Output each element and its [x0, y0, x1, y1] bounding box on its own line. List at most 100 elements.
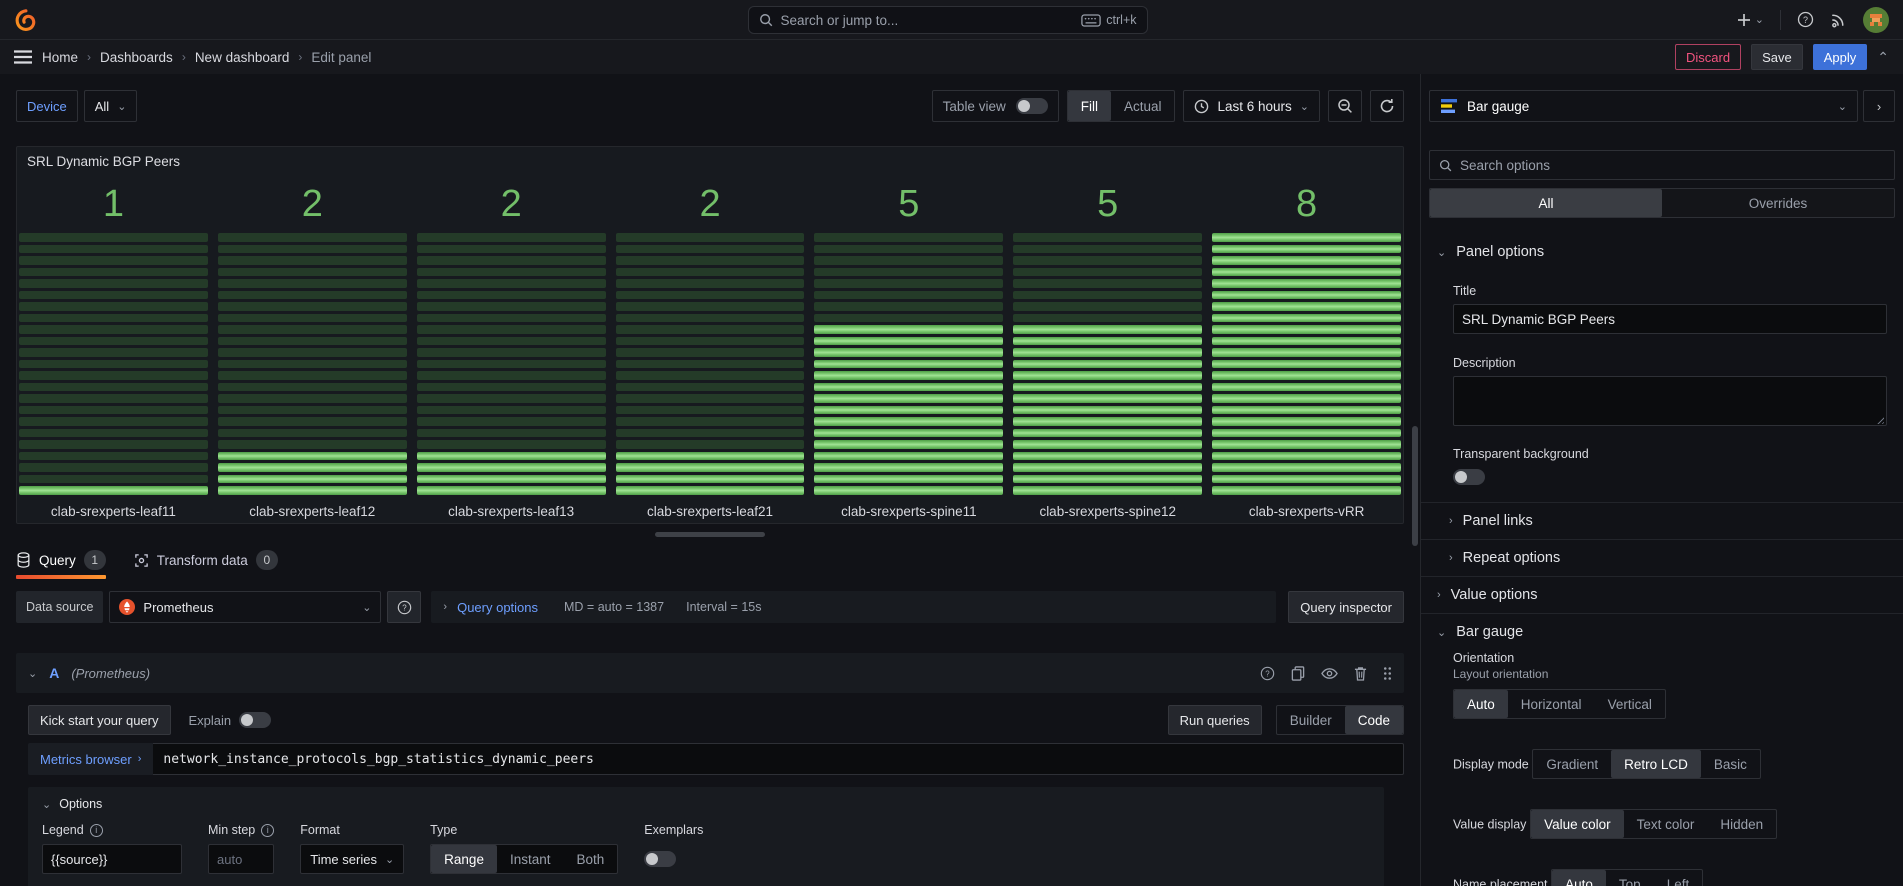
gauge-cell	[1013, 440, 1202, 449]
breadcrumb-new-dashboard[interactable]: New dashboard	[195, 50, 290, 65]
gauge-cell	[616, 406, 805, 415]
gauge-cells	[1212, 233, 1401, 495]
datasource-picker[interactable]: Prometheus ⌄	[109, 591, 381, 623]
promql-expression-input[interactable]	[153, 743, 1404, 775]
variable-value-dropdown[interactable]: All ⌄	[84, 90, 138, 122]
discard-button[interactable]: Discard	[1675, 44, 1741, 70]
gauge-cell	[218, 417, 407, 426]
orientation-radio-group-option[interactable]: Horizontal	[1508, 690, 1595, 718]
query-options-summary[interactable]: › Query options MD = auto = 1387 Interva…	[431, 591, 1276, 623]
value-display-radio-group-option[interactable]: Hidden	[1707, 810, 1776, 838]
gauge-cell	[19, 360, 208, 369]
save-button[interactable]: Save	[1751, 44, 1803, 70]
collapse-pane-button[interactable]: ›	[1863, 90, 1895, 122]
gauge-cell	[1212, 348, 1401, 357]
gauge-cell	[814, 463, 1003, 472]
gauge-cell	[1212, 429, 1401, 438]
table-view-toggle[interactable]	[1016, 98, 1048, 114]
menu-hamburger-icon[interactable]	[14, 50, 32, 64]
search-icon	[759, 13, 773, 27]
display-mode-radio-group-option[interactable]: Retro LCD	[1611, 750, 1701, 778]
orientation-radio-group-option[interactable]: Auto	[1454, 690, 1508, 718]
breadcrumb-home[interactable]: Home	[42, 50, 78, 65]
tab-transform-data[interactable]: Transform data 0	[134, 541, 278, 579]
chevron-down-icon[interactable]: ⌄	[28, 667, 37, 680]
display-mode-radio-group-option[interactable]: Gradient	[1533, 750, 1611, 778]
name-placement-radio-group-option[interactable]: Auto	[1552, 870, 1606, 886]
section-value-options[interactable]: › Value options	[1421, 577, 1903, 613]
gauge-cell	[19, 486, 208, 495]
value-display-radio-group-option[interactable]: Text color	[1624, 810, 1708, 838]
gauge-cell	[814, 337, 1003, 346]
value-display-radio-group-option[interactable]: Value color	[1531, 810, 1624, 838]
name-placement-radio-group-option[interactable]: Top	[1606, 870, 1654, 886]
remove-query-trash-icon[interactable]	[1354, 666, 1367, 681]
kick-start-query-button[interactable]: Kick start your query	[28, 705, 171, 735]
builder-code-group-option[interactable]: Builder	[1277, 706, 1345, 734]
drag-grip-icon[interactable]	[1383, 666, 1392, 681]
section-bar-gauge[interactable]: ⌄ Bar gauge	[1421, 614, 1903, 650]
gauge-cell	[218, 371, 407, 380]
chevron-right-icon: ›	[182, 50, 186, 64]
duplicate-query-icon[interactable]	[1291, 666, 1305, 681]
zoom-out-button[interactable]	[1328, 90, 1362, 122]
gauge-cells	[1013, 233, 1202, 495]
panel-description-textarea[interactable]	[1453, 376, 1887, 426]
legend-input[interactable]	[42, 844, 182, 874]
builder-code-group-option[interactable]: Code	[1345, 706, 1403, 734]
query-type-group-option[interactable]: Range	[431, 845, 497, 873]
transparent-background-toggle[interactable]	[1453, 469, 1485, 485]
section-panel-links[interactable]: › Panel links	[1421, 503, 1903, 539]
section-panel-options[interactable]: ⌄ Panel options	[1421, 234, 1903, 270]
query-type-group-option[interactable]: Both	[564, 845, 618, 873]
panel-preview[interactable]: SRL Dynamic BGP Peers 1clab-srexperts-le…	[16, 146, 1404, 524]
min-step-input[interactable]	[208, 844, 274, 874]
panel-resize-handle[interactable]	[655, 532, 765, 537]
chevron-down-icon: ⌄	[117, 100, 126, 113]
gauge-cell	[1013, 268, 1202, 277]
name-placement-radio-group-option[interactable]: Left	[1654, 870, 1703, 886]
options-section-header[interactable]: ⌄ Options	[42, 797, 1370, 811]
user-avatar[interactable]	[1863, 7, 1889, 33]
fill-actual-group-option[interactable]: Fill	[1068, 91, 1111, 121]
news-rss-button[interactable]	[1830, 11, 1847, 28]
query-help-icon[interactable]: ?	[1260, 666, 1275, 681]
orientation-radio-group-option[interactable]: Vertical	[1595, 690, 1665, 718]
global-search-input[interactable]: Search or jump to... ctrl+k	[748, 6, 1148, 34]
metrics-browser-button[interactable]: Metrics browser ›	[28, 743, 153, 775]
breadcrumb-dashboards[interactable]: Dashboards	[100, 50, 173, 65]
variable-label-device[interactable]: Device	[16, 90, 78, 122]
datasource-row: Data source Prometheus ⌄ ? › Query optio…	[16, 591, 1404, 623]
add-new-button[interactable]: ⌄	[1736, 12, 1764, 28]
scope-tab-overrides[interactable]: Overrides	[1662, 189, 1894, 217]
query-row-header[interactable]: ⌄ A (Prometheus) ?	[16, 653, 1404, 693]
exemplars-toggle[interactable]	[644, 851, 676, 867]
hide-response-eye-icon[interactable]	[1321, 667, 1338, 680]
explain-toggle[interactable]	[239, 712, 271, 728]
section-repeat-options[interactable]: › Repeat options	[1421, 540, 1903, 576]
grafana-logo[interactable]	[14, 8, 36, 32]
fill-actual-group-option[interactable]: Actual	[1111, 91, 1175, 121]
help-button[interactable]: ?	[1797, 11, 1814, 28]
gauge-column: 1clab-srexperts-leaf11	[19, 175, 208, 521]
panel-title-input[interactable]	[1453, 304, 1887, 334]
query-type-group-option[interactable]: Instant	[497, 845, 564, 873]
gauge-cell	[1013, 245, 1202, 254]
tab-query[interactable]: Query 1	[16, 541, 106, 579]
query-inspector-button[interactable]: Query inspector	[1288, 591, 1404, 623]
vertical-scrollbar[interactable]	[1412, 426, 1418, 546]
chevron-up-icon[interactable]: ⌃	[1877, 49, 1889, 66]
format-select[interactable]: Time series ⌄	[300, 844, 404, 874]
run-queries-button[interactable]: Run queries	[1168, 705, 1262, 735]
display-mode-radio-group-option[interactable]: Basic	[1701, 750, 1760, 778]
search-options-input[interactable]	[1460, 158, 1885, 173]
refresh-button[interactable]	[1370, 90, 1404, 122]
repeat-options-header: Repeat options	[1463, 550, 1561, 566]
apply-button[interactable]: Apply	[1813, 44, 1868, 70]
time-range-picker[interactable]: Last 6 hours ⌄	[1183, 90, 1320, 122]
visualization-picker[interactable]: Bar gauge ⌄	[1429, 90, 1858, 122]
datasource-help-button[interactable]: ?	[387, 591, 421, 623]
value-options-header: Value options	[1451, 587, 1538, 603]
scope-tab-all[interactable]: All	[1430, 189, 1662, 217]
gauge-cell	[417, 348, 606, 357]
